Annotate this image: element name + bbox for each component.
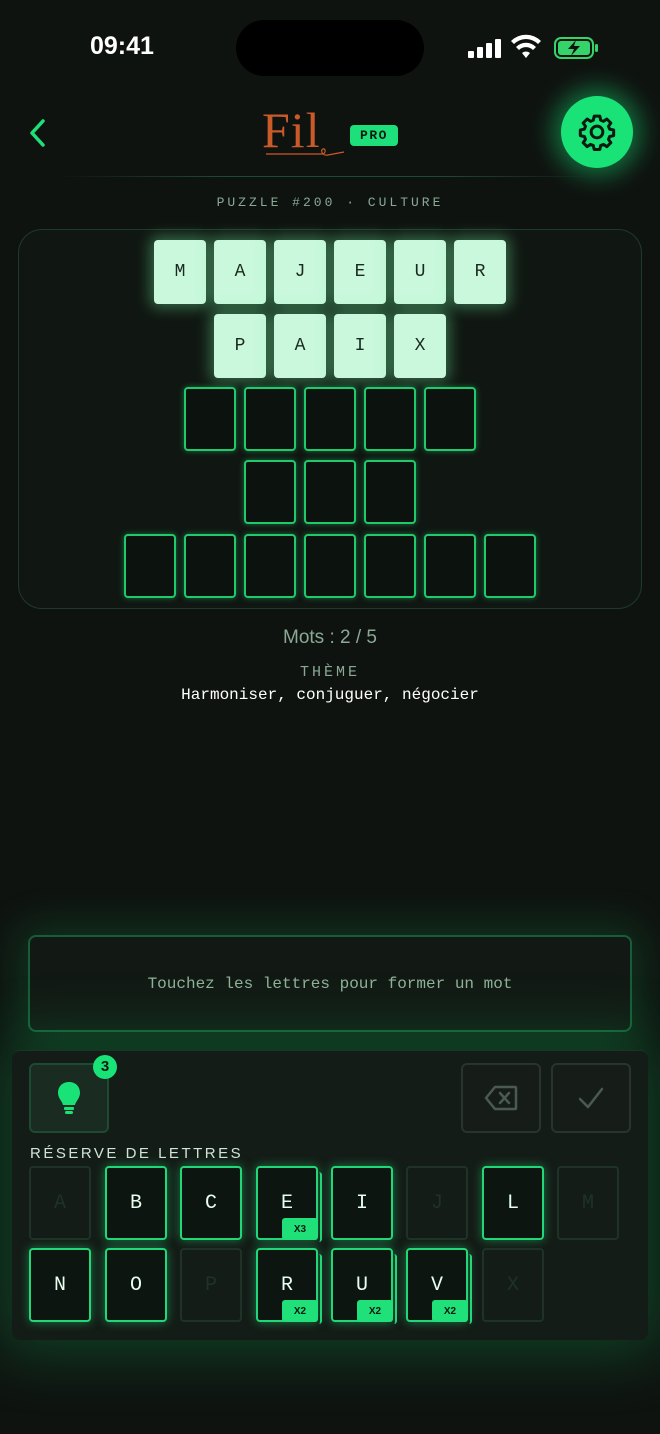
backspace-icon <box>484 1085 518 1111</box>
empty-letter-slot <box>244 460 296 524</box>
theme-value: Harmoniser, conjuguer, négocier <box>181 686 479 704</box>
logo-thread-flourish <box>266 148 345 156</box>
empty-letter-slot <box>244 534 296 598</box>
empty-letter-slot <box>184 534 236 598</box>
letter-multiplier-badge: X2 <box>357 1300 393 1322</box>
letter-tile: E <box>334 240 386 304</box>
letter-key-u[interactable]: U X2 <box>331 1248 397 1324</box>
empty-letter-slot <box>304 534 356 598</box>
letter-key-a: A <box>29 1166 91 1240</box>
letter-tile: U <box>394 240 446 304</box>
letter-key-l[interactable]: L <box>482 1166 544 1240</box>
letter-tile: X <box>394 314 446 378</box>
letter-key-o[interactable]: O <box>105 1248 167 1322</box>
battery-charging-icon <box>554 37 598 59</box>
empty-letter-slot <box>424 387 476 451</box>
backspace-button[interactable] <box>461 1063 541 1133</box>
letter-key-b[interactable]: B <box>105 1166 167 1240</box>
gear-icon <box>578 114 616 151</box>
cellular-signal-icon <box>468 38 502 58</box>
letter-key-label: I <box>355 1191 368 1215</box>
lightbulb-icon <box>58 1082 80 1114</box>
letter-key-label: A <box>53 1191 66 1215</box>
letter-tile: R <box>454 240 506 304</box>
letter-tile: J <box>274 240 326 304</box>
word-row <box>0 534 660 598</box>
empty-letter-slot <box>124 534 176 598</box>
empty-letter-slot <box>304 387 356 451</box>
empty-letter-slot <box>244 387 296 451</box>
letter-key-label: V <box>430 1273 443 1297</box>
empty-letter-slot <box>424 534 476 598</box>
empty-letter-slot <box>304 460 356 524</box>
word-row: PAIX <box>0 314 660 378</box>
letter-key-n[interactable]: N <box>29 1248 91 1322</box>
letter-key-label: C <box>204 1191 217 1215</box>
letter-key-v[interactable]: V X2 <box>406 1248 472 1324</box>
empty-letter-slot <box>364 460 416 524</box>
puzzle-label: PUZZLE #200 · CULTURE <box>216 195 444 210</box>
reserve-label: RÉSERVE DE LETTRES <box>30 1145 244 1162</box>
settings-button[interactable] <box>561 96 633 168</box>
empty-letter-slot <box>364 387 416 451</box>
letter-key-j: J <box>406 1166 468 1240</box>
letter-key-label: L <box>506 1191 519 1215</box>
empty-letter-slot <box>184 387 236 451</box>
letter-tile: P <box>214 314 266 378</box>
word-input-field[interactable]: Touchez les lettres pour former un mot <box>28 935 632 1032</box>
letter-key-label: O <box>129 1273 142 1297</box>
letter-key-label: J <box>430 1191 443 1215</box>
letter-multiplier-badge: X2 <box>432 1300 468 1322</box>
words-progress: Mots : 2 / 5 <box>283 627 377 648</box>
hint-count-badge: 3 <box>93 1055 117 1079</box>
letter-key-label: U <box>355 1273 368 1297</box>
empty-letter-slot <box>364 534 416 598</box>
letter-key-m: M <box>557 1166 619 1240</box>
empty-letter-slot <box>484 534 536 598</box>
letter-key-label: P <box>204 1273 217 1297</box>
letter-key-label: M <box>581 1191 594 1215</box>
letter-key-label: E <box>280 1191 293 1215</box>
word-row: MAJEUR <box>0 240 660 304</box>
letter-key-r[interactable]: R X2 <box>256 1248 322 1324</box>
word-row <box>0 387 660 451</box>
back-chevron-icon[interactable] <box>24 116 54 150</box>
letter-multiplier-badge: X3 <box>282 1218 318 1240</box>
theme-label: THÈME <box>299 664 360 681</box>
letter-key-i[interactable]: I <box>331 1166 393 1240</box>
letter-key-label: B <box>129 1191 142 1215</box>
letter-key-label: X <box>506 1273 519 1297</box>
letter-tile: A <box>214 240 266 304</box>
dynamic-island <box>236 20 424 76</box>
pro-badge: PRO <box>350 125 398 146</box>
checkmark-icon <box>578 1087 604 1109</box>
letter-key-label: N <box>53 1273 66 1297</box>
letter-key-e[interactable]: E X3 <box>256 1166 322 1242</box>
letter-tile: A <box>274 314 326 378</box>
letter-tile: I <box>334 314 386 378</box>
word-row <box>0 460 660 524</box>
letter-key-x: X <box>482 1248 544 1322</box>
letter-key-p: P <box>180 1248 242 1322</box>
wifi-icon <box>511 34 541 58</box>
letter-multiplier-badge: X2 <box>282 1300 318 1322</box>
letter-tile: M <box>154 240 206 304</box>
submit-button[interactable] <box>551 1063 631 1133</box>
header-divider <box>60 176 600 177</box>
letter-key-c[interactable]: C <box>180 1166 242 1240</box>
letter-key-label: R <box>280 1273 293 1297</box>
status-time: 09:41 <box>90 32 154 60</box>
